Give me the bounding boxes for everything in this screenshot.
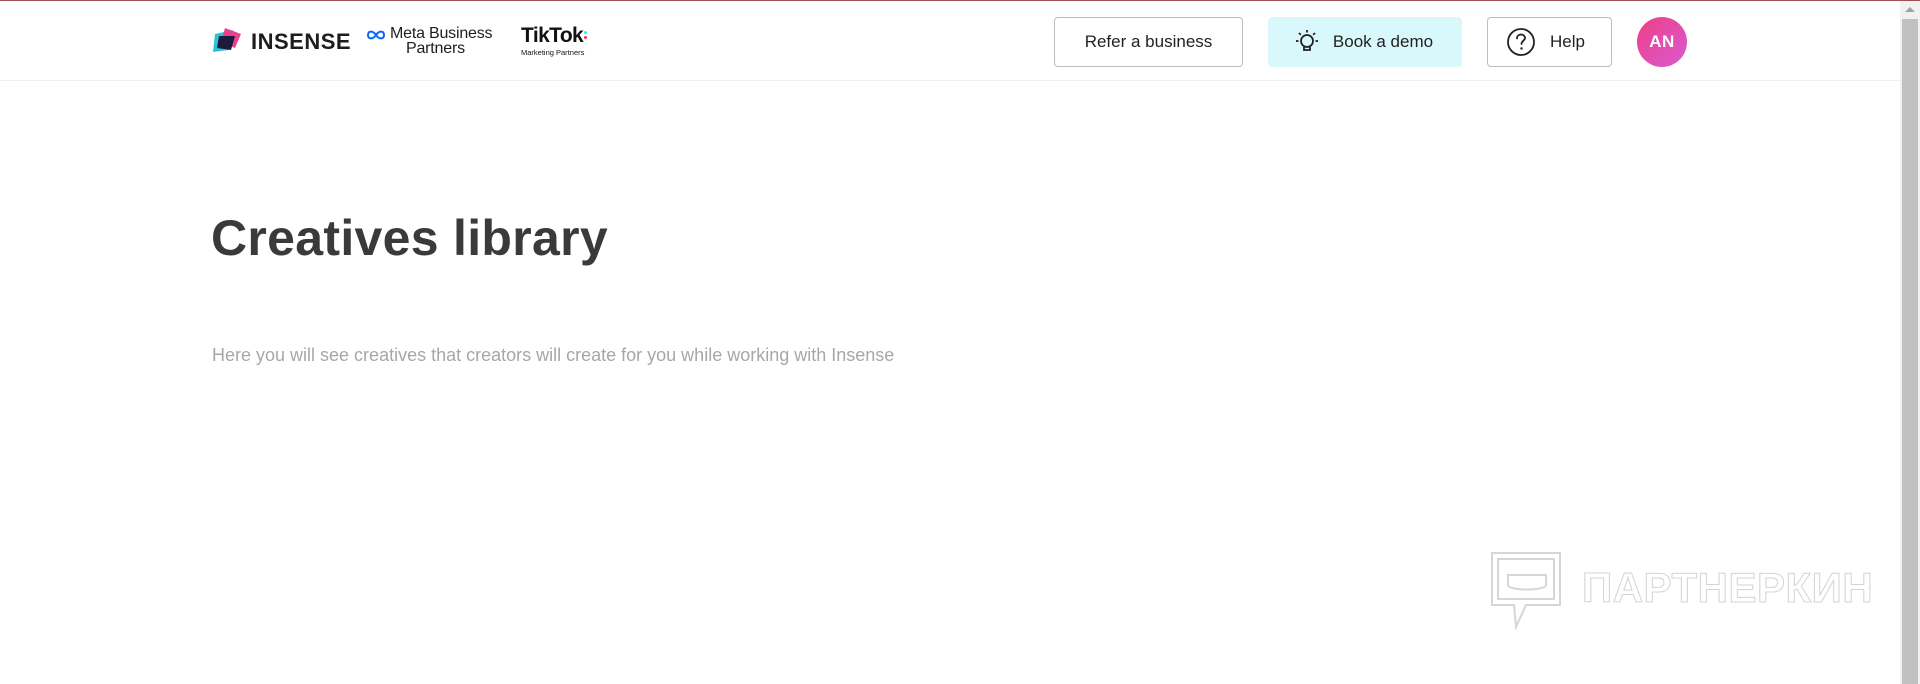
tiktok-marketing-partners-logo: TikTok Marketing Partners xyxy=(521,25,588,57)
refer-business-label: Refer a business xyxy=(1084,32,1213,51)
tiktok-dots-icon xyxy=(584,31,588,41)
vertical-scrollbar[interactable] xyxy=(1900,1,1920,684)
meta-logo-line2: Partners xyxy=(406,40,465,57)
chat-bubble-icon xyxy=(1491,552,1561,631)
book-demo-button[interactable]: Book a demo xyxy=(1268,17,1462,67)
insense-logo[interactable]: INSENSE xyxy=(211,25,351,59)
refer-business-button[interactable]: Refer a business xyxy=(1054,17,1243,67)
page-subtitle: Here you will see creatives that creator… xyxy=(212,345,895,365)
tiktok-wordmark: TikTok xyxy=(521,24,584,47)
scroll-up-arrow-icon[interactable] xyxy=(1905,7,1915,12)
watermark: ПАРТНЕРКИН xyxy=(1488,549,1873,633)
book-demo-label: Book a demo xyxy=(1332,32,1434,51)
user-avatar[interactable]: AN xyxy=(1637,17,1687,67)
help-label: Help xyxy=(1550,32,1585,51)
scrollbar-thumb[interactable] xyxy=(1902,19,1918,684)
meta-business-partners-logo: Meta Business Partners xyxy=(366,26,493,57)
insense-logo-icon xyxy=(213,28,241,52)
help-button[interactable]: Help xyxy=(1487,17,1612,67)
question-circle-icon xyxy=(1507,28,1535,56)
lightbulb-icon xyxy=(1295,30,1318,51)
top-header: INSENSE Meta Business Partners TikTok Ma… xyxy=(0,1,1900,81)
watermark-text: ПАРТНЕРКИН xyxy=(1581,564,1874,612)
tiktok-subtitle: Marketing Partners xyxy=(521,48,585,57)
insense-wordmark: INSENSE xyxy=(251,29,352,54)
page-title: Creatives library xyxy=(211,210,608,266)
meta-infinity-icon xyxy=(366,30,386,40)
